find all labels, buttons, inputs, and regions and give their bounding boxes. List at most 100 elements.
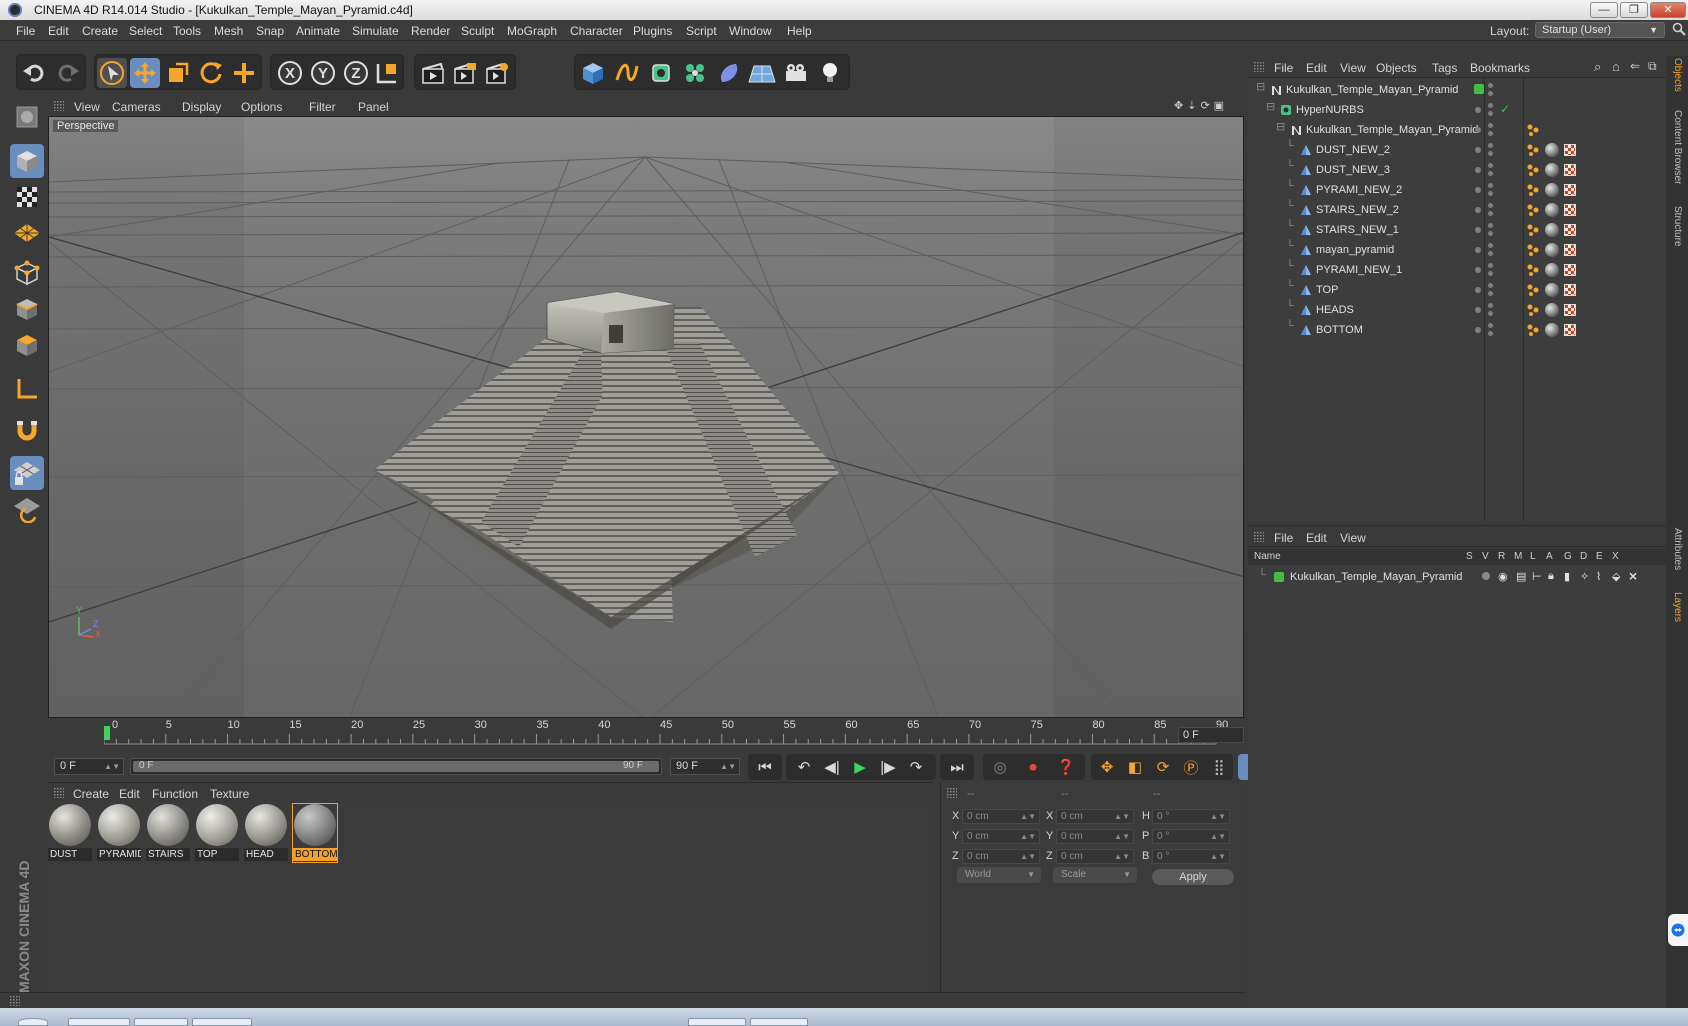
material-tag-icon[interactable] — [1545, 143, 1559, 157]
editor-visibility-dot[interactable] — [1488, 283, 1493, 288]
material-tag-icon[interactable] — [1545, 243, 1559, 257]
menu-plugins[interactable]: Plugins — [633, 24, 672, 38]
layer-dot[interactable] — [1475, 147, 1481, 153]
phong-tag-icon[interactable] — [1527, 164, 1541, 176]
spinner-icon[interactable]: ▲▼ — [720, 759, 736, 774]
spinner-icon[interactable]: ▲▼ — [1114, 810, 1130, 823]
minimize-button[interactable]: — — [1590, 2, 1618, 18]
spinner-icon[interactable]: ▲▼ — [1020, 850, 1036, 863]
object-name[interactable]: DUST_NEW_2 — [1316, 144, 1390, 156]
object-row[interactable]: └ STAIRS_NEW_2 — [1248, 200, 1666, 220]
object-name[interactable]: BOTTOM — [1316, 324, 1363, 336]
scale-tool[interactable] — [163, 58, 193, 88]
start-button[interactable] — [18, 1018, 48, 1026]
render-visibility-dot[interactable] — [1488, 211, 1493, 216]
render-visibility-dot[interactable] — [1488, 311, 1493, 316]
add-spline-button[interactable] — [612, 58, 642, 88]
coord-value-field[interactable]: 0 ° ▲▼ — [1152, 849, 1230, 864]
phong-tag-icon[interactable] — [1527, 184, 1541, 196]
coord-value-field[interactable]: 0 cm ▲▼ — [1056, 829, 1134, 844]
layer-visible-eye-icon[interactable]: ◉ — [1498, 570, 1508, 583]
planar-workplane-button[interactable] — [10, 492, 44, 526]
layer-color-swatch[interactable] — [1274, 572, 1284, 582]
viewport-menu-options[interactable]: Options — [241, 100, 282, 114]
phong-tag-icon[interactable] — [1527, 284, 1541, 296]
material-tag-icon[interactable] — [1545, 323, 1559, 337]
material-swatch[interactable]: TOP — [195, 804, 239, 862]
material-tag-icon[interactable] — [1545, 303, 1559, 317]
layer-color-swatch[interactable] — [1474, 84, 1484, 94]
uvw-tag-icon[interactable] — [1564, 204, 1576, 216]
phong-tag-icon[interactable] — [1527, 144, 1541, 156]
layer-render-clapper-icon[interactable]: ▤ — [1516, 570, 1526, 583]
spinner-icon[interactable]: ▲▼ — [1210, 850, 1226, 863]
pan-icon[interactable]: ✥ — [1174, 100, 1187, 112]
home-icon[interactable]: ⌂ — [1612, 59, 1620, 74]
object-row[interactable]: └ mayan_pyramid — [1248, 240, 1666, 260]
z-axis-lock-button[interactable]: Z — [341, 58, 371, 88]
playhead-marker[interactable] — [104, 726, 110, 740]
goto-prev-key-button[interactable]: ↶ — [790, 756, 818, 778]
layer-dot[interactable] — [1475, 307, 1481, 313]
object-row[interactable]: └ BOTTOM — [1248, 320, 1666, 340]
coord-value-field[interactable]: 0 ° ▲▼ — [1152, 809, 1230, 824]
phong-tag-icon[interactable] — [1527, 244, 1541, 256]
object-name[interactable]: HyperNURBS — [1296, 104, 1364, 116]
material-swatch[interactable]: HEAD — [244, 804, 288, 862]
om-menu-tags[interactable]: Tags — [1432, 61, 1457, 75]
coord-value-field[interactable]: 0 cm ▲▼ — [1056, 809, 1134, 824]
render-visibility-dot[interactable] — [1488, 191, 1493, 196]
layer-solo-toggle[interactable] — [1482, 572, 1490, 580]
make-editable-button[interactable] — [10, 100, 44, 134]
editor-visibility-dot[interactable] — [1488, 183, 1493, 188]
menu-help[interactable]: Help — [787, 24, 812, 38]
workplane-mode-button[interactable] — [10, 216, 44, 250]
uvw-tag-icon[interactable] — [1564, 164, 1576, 176]
back-icon[interactable]: ⇐ — [1630, 59, 1640, 73]
preview-end-field[interactable]: 90 F ▲▼ — [670, 758, 740, 775]
coordinate-system-button[interactable] — [372, 58, 402, 88]
layer-column-header[interactable]: E — [1596, 551, 1603, 562]
object-row[interactable]: ⊟ Kukulkan_Temple_Mayan_Pyramid — [1248, 80, 1666, 100]
redo-button[interactable] — [53, 58, 83, 88]
model-mode-button[interactable] — [10, 144, 44, 178]
material-tag-icon[interactable] — [1545, 283, 1559, 297]
maximize-icon[interactable]: ▣ — [1214, 100, 1228, 112]
viewport-menu-filter[interactable]: Filter — [309, 100, 336, 114]
object-name[interactable]: mayan_pyramid — [1316, 244, 1394, 256]
step-forward-button[interactable]: |▶ — [874, 756, 902, 778]
layer-expressions-icon[interactable]: ⬙ — [1612, 570, 1620, 583]
material-tag-icon[interactable] — [1545, 163, 1559, 177]
enabled-check-icon[interactable]: ✓ — [1500, 102, 1510, 116]
object-row[interactable]: └ STAIRS_NEW_1 — [1248, 220, 1666, 240]
om-menu-objects[interactable]: Objects — [1376, 61, 1417, 75]
render-to-picture-viewer-button[interactable] — [450, 58, 480, 88]
object-name[interactable]: HEADS — [1316, 304, 1354, 316]
rotate-tool[interactable] — [196, 58, 226, 88]
uvw-tag-icon[interactable] — [1564, 264, 1576, 276]
goto-start-button[interactable]: ⏮ — [751, 756, 779, 778]
spinner-icon[interactable]: ▲▼ — [1114, 850, 1130, 863]
render-visibility-dot[interactable] — [1488, 291, 1493, 296]
locked-workplane-button[interactable] — [10, 456, 44, 490]
viewport-menu-display[interactable]: Display — [182, 100, 221, 114]
layer-column-header[interactable]: D — [1580, 551, 1587, 562]
layer-column-header[interactable]: M — [1514, 551, 1522, 562]
preview-range-fill[interactable] — [133, 761, 659, 772]
uvw-tag-icon[interactable] — [1564, 304, 1576, 316]
layer-column-header[interactable]: Name — [1254, 551, 1281, 562]
material-swatch[interactable]: STAIRS — [146, 804, 190, 862]
spinner-icon[interactable]: ▲▼ — [1210, 830, 1226, 843]
y-axis-lock-button[interactable]: Y — [308, 58, 338, 88]
om-menu-view[interactable]: View — [1340, 61, 1366, 75]
object-name[interactable]: TOP — [1316, 284, 1338, 296]
panel-grip-icon[interactable] — [10, 996, 20, 1006]
material-tag-icon[interactable] — [1545, 183, 1559, 197]
layer-dot[interactable] — [1475, 187, 1481, 193]
lm-menu-view[interactable]: View — [1340, 531, 1366, 545]
menu-select[interactable]: Select — [129, 24, 162, 38]
render-visibility-dot[interactable] — [1488, 131, 1493, 136]
object-row[interactable]: └ HEADS — [1248, 300, 1666, 320]
search-icon[interactable]: ⌕ — [1594, 59, 1601, 75]
add-light-button[interactable] — [815, 58, 845, 88]
